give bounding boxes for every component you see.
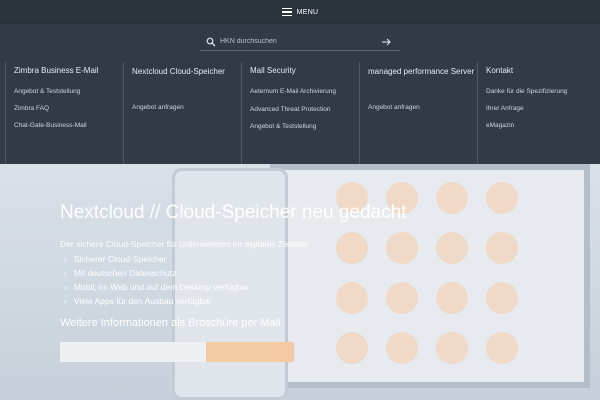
email-field[interactable] (60, 342, 206, 362)
app-tile (486, 332, 518, 364)
hero-title: Nextcloud // Cloud-Speicher neu gedacht (60, 202, 407, 223)
app-tile (486, 232, 518, 264)
menu-column-server: managed performance Server Angebot anfra… (359, 62, 477, 180)
menu-columns: Zimbra Business E-Mail Angebot & Testste… (5, 62, 595, 180)
menu-link[interactable]: Angebot anfragen (368, 99, 477, 116)
menu-link[interactable]: Danke für die Spezifizierung (486, 83, 595, 100)
hero-feature-list: Sicherer Cloud-Speicher Mit deutschen Da… (64, 252, 249, 308)
menu-link[interactable]: Zimbra FAQ (14, 100, 123, 117)
menu-heading-server[interactable]: managed performance Server (368, 62, 477, 96)
menu-heading-kontakt[interactable]: Kontakt (486, 62, 595, 80)
app-tile (386, 332, 418, 364)
app-tile (486, 182, 518, 214)
hamburger-icon (281, 8, 292, 16)
menu-link[interactable]: Chat-Gate-Business-Mail (14, 117, 123, 134)
search-input[interactable] (216, 33, 380, 50)
submit-button[interactable] (206, 342, 294, 362)
arrow-right-icon[interactable] (380, 36, 392, 48)
app-tile (436, 332, 468, 364)
app-tile (436, 282, 468, 314)
menu-column-nextcloud: Nextcloud Cloud-Speicher Angebot anfrage… (123, 62, 241, 180)
hero-subtitle: Der sichere Cloud-Speicher für Unternehm… (60, 239, 309, 249)
hero-more-info: Weitere Informationen als Broschüre per … (60, 317, 281, 329)
app-tile (336, 282, 368, 314)
menu-toggle[interactable]: MENU (0, 0, 600, 24)
app-tile (486, 282, 518, 314)
app-tile (336, 232, 368, 264)
app-tile (436, 232, 468, 264)
hero-section: Nextcloud // Cloud-Speicher neu gedacht … (0, 164, 600, 400)
app-tile (336, 332, 368, 364)
monitor-illustration (270, 164, 590, 388)
menu-heading-zimbra[interactable]: Zimbra Business E-Mail (14, 62, 123, 80)
feature-item: Sicherer Cloud-Speicher (64, 252, 249, 266)
menu-heading-mail-security[interactable]: Mail Security (250, 62, 359, 80)
menu-link[interactable]: Angebot & Teststellung (250, 118, 359, 135)
menu-label: MENU (296, 8, 319, 16)
search-icon (206, 37, 216, 46)
feature-item: Mit deutschen Datenschutz (64, 266, 249, 280)
app-tile (386, 282, 418, 314)
menu-link[interactable]: Angebot & Teststellung (14, 83, 123, 100)
app-tile (386, 232, 418, 264)
menu-column-zimbra: Zimbra Business E-Mail Angebot & Testste… (5, 62, 123, 180)
app-tile (436, 182, 468, 214)
menu-link[interactable]: Aeternum E-Mail Archivierung (250, 83, 359, 101)
menu-column-mail-security: Mail Security Aeternum E-Mail Archivieru… (241, 62, 359, 180)
feature-item: Viele Apps für den Ausbau verfügbar (64, 294, 249, 308)
menu-link[interactable]: Advanced Threat Protection (250, 101, 359, 118)
menu-link[interactable]: Angebot anfragen (132, 99, 241, 116)
menu-column-kontakt: Kontakt Danke für die Spezifizierung Ihr… (477, 62, 595, 180)
menu-link[interactable]: Ihrer Anfrage (486, 100, 595, 117)
mega-menu-panel: Zimbra Business E-Mail Angebot & Testste… (0, 24, 600, 180)
search-bar (200, 33, 400, 51)
menu-heading-nextcloud[interactable]: Nextcloud Cloud-Speicher (132, 62, 241, 96)
feature-item: Mobil, im Web und auf dem Desktop verfüg… (64, 280, 249, 294)
menu-link[interactable]: eMagazin (486, 117, 595, 134)
